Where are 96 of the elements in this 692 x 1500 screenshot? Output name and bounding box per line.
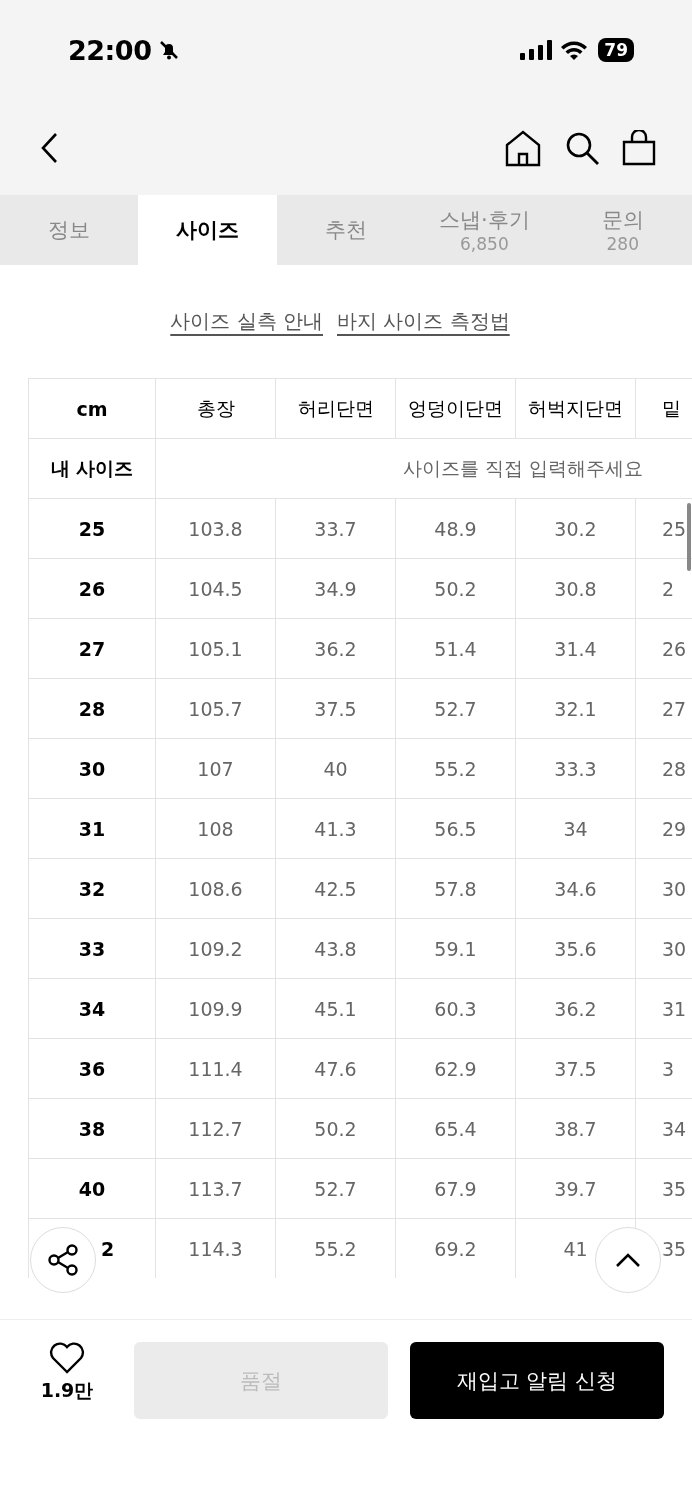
table-cell: 43.8 [276,919,396,979]
share-icon [46,1243,80,1277]
row-header: 32 [29,859,156,919]
heart-icon[interactable] [49,1342,85,1374]
table-cell: 30 [636,919,692,979]
column-header: 허리단면 [276,379,396,439]
row-header: 27 [29,619,156,679]
column-header: 총장 [156,379,276,439]
table-cell: 42.5 [276,859,396,919]
table-cell: 34 [516,799,636,859]
table-cell: 62.9 [396,1039,516,1099]
table-cell: 109.9 [156,979,276,1039]
table-cell: 48.9 [396,499,516,559]
table-cell: 30 [636,859,692,919]
table-cell: 105.7 [156,679,276,739]
table-cell: 26 [636,619,692,679]
row-header: 30 [29,739,156,799]
table-cell: 41.3 [276,799,396,859]
table-cell: 34.6 [516,859,636,919]
row-header: 31 [29,799,156,859]
table-cell: 111.4 [156,1039,276,1099]
table-cell: 35.6 [516,919,636,979]
table-cell: 34.9 [276,559,396,619]
table-cell: 39.7 [516,1159,636,1219]
clock-time: 22:00 [68,34,152,66]
battery-level: 79 [598,38,634,62]
table-cell: 30.2 [516,499,636,559]
table-cell: 104.5 [156,559,276,619]
chevron-up-icon [615,1252,641,1268]
table-cell: 3 [636,1039,692,1099]
table-cell: 40 [276,739,396,799]
table-cell: 30.8 [516,559,636,619]
table-cell: 28 [636,739,692,799]
column-header: 밑 [636,379,692,439]
table-cell: 27 [636,679,692,739]
table-cell: 112.7 [156,1099,276,1159]
table-cell: 55.2 [396,739,516,799]
table-cell: 107 [156,739,276,799]
table-cell: 31.4 [516,619,636,679]
table-cell: 114.3 [156,1219,276,1278]
row-header: 28 [29,679,156,739]
table-cell: 50.2 [276,1099,396,1159]
table-cell: 36.2 [516,979,636,1039]
table-cell: 51.4 [396,619,516,679]
wifi-icon [560,40,589,60]
row-header: 26 [29,559,156,619]
table-cell: 36.2 [276,619,396,679]
table-cell: 57.8 [396,859,516,919]
row-header: 38 [29,1099,156,1159]
my-size-field[interactable]: 사이즈를 직접 입력해주세요 [156,439,692,499]
table-cell: 37.5 [276,679,396,739]
table-cell: 105.1 [156,619,276,679]
table-cell: 108 [156,799,276,859]
row-header: 내 사이즈 [29,439,156,499]
table-cell: 31 [636,979,692,1039]
table-cell: 52.7 [276,1159,396,1219]
table-cell: 38.7 [516,1099,636,1159]
signal-icon [520,40,553,60]
row-header: 25 [29,499,156,559]
table-cell: 29 [636,799,692,859]
column-header: cm [29,379,156,439]
home-icon[interactable] [504,128,542,167]
row-header: 40 [29,1159,156,1219]
table-cell: 33.3 [516,739,636,799]
table-cell: 37.5 [516,1039,636,1099]
table-cell: 45.1 [276,979,396,1039]
column-header: 엉덩이단면 [396,379,516,439]
guide-link[interactable]: 사이즈 실측 안내 [170,308,323,335]
row-header: 36 [29,1039,156,1099]
row-header: 34 [29,979,156,1039]
table-cell: 67.9 [396,1159,516,1219]
table-cell: 108.6 [156,859,276,919]
table-cell: 52.7 [396,679,516,739]
guide-link[interactable]: 바지 사이즈 측정법 [337,308,510,335]
table-cell: 69.2 [396,1219,516,1278]
table-cell: 34 [636,1099,692,1159]
table-cell: 56.5 [396,799,516,859]
table-cell: 60.3 [396,979,516,1039]
table-cell: 33.7 [276,499,396,559]
table-cell: 32.1 [516,679,636,739]
like-count: 1.9만 [40,1378,94,1403]
table-cell: 59.1 [396,919,516,979]
table-cell: 50.2 [396,559,516,619]
table-cell: 55.2 [276,1219,396,1278]
table-cell: 103.8 [156,499,276,559]
table-cell: 113.7 [156,1159,276,1219]
row-header: 33 [29,919,156,979]
restock-alert-button[interactable]: 재입고 알림 신청 [410,1342,664,1419]
table-cell: 65.4 [396,1099,516,1159]
table-cell: 47.6 [276,1039,396,1099]
table-cell: 35 [636,1159,692,1219]
scroll-indicator [687,503,691,571]
tab[interactable]: 사이즈 [138,195,277,265]
column-header: 허벅지단면 [516,379,636,439]
table-cell: 109.2 [156,919,276,979]
shopping-bag-icon[interactable] [622,129,656,166]
